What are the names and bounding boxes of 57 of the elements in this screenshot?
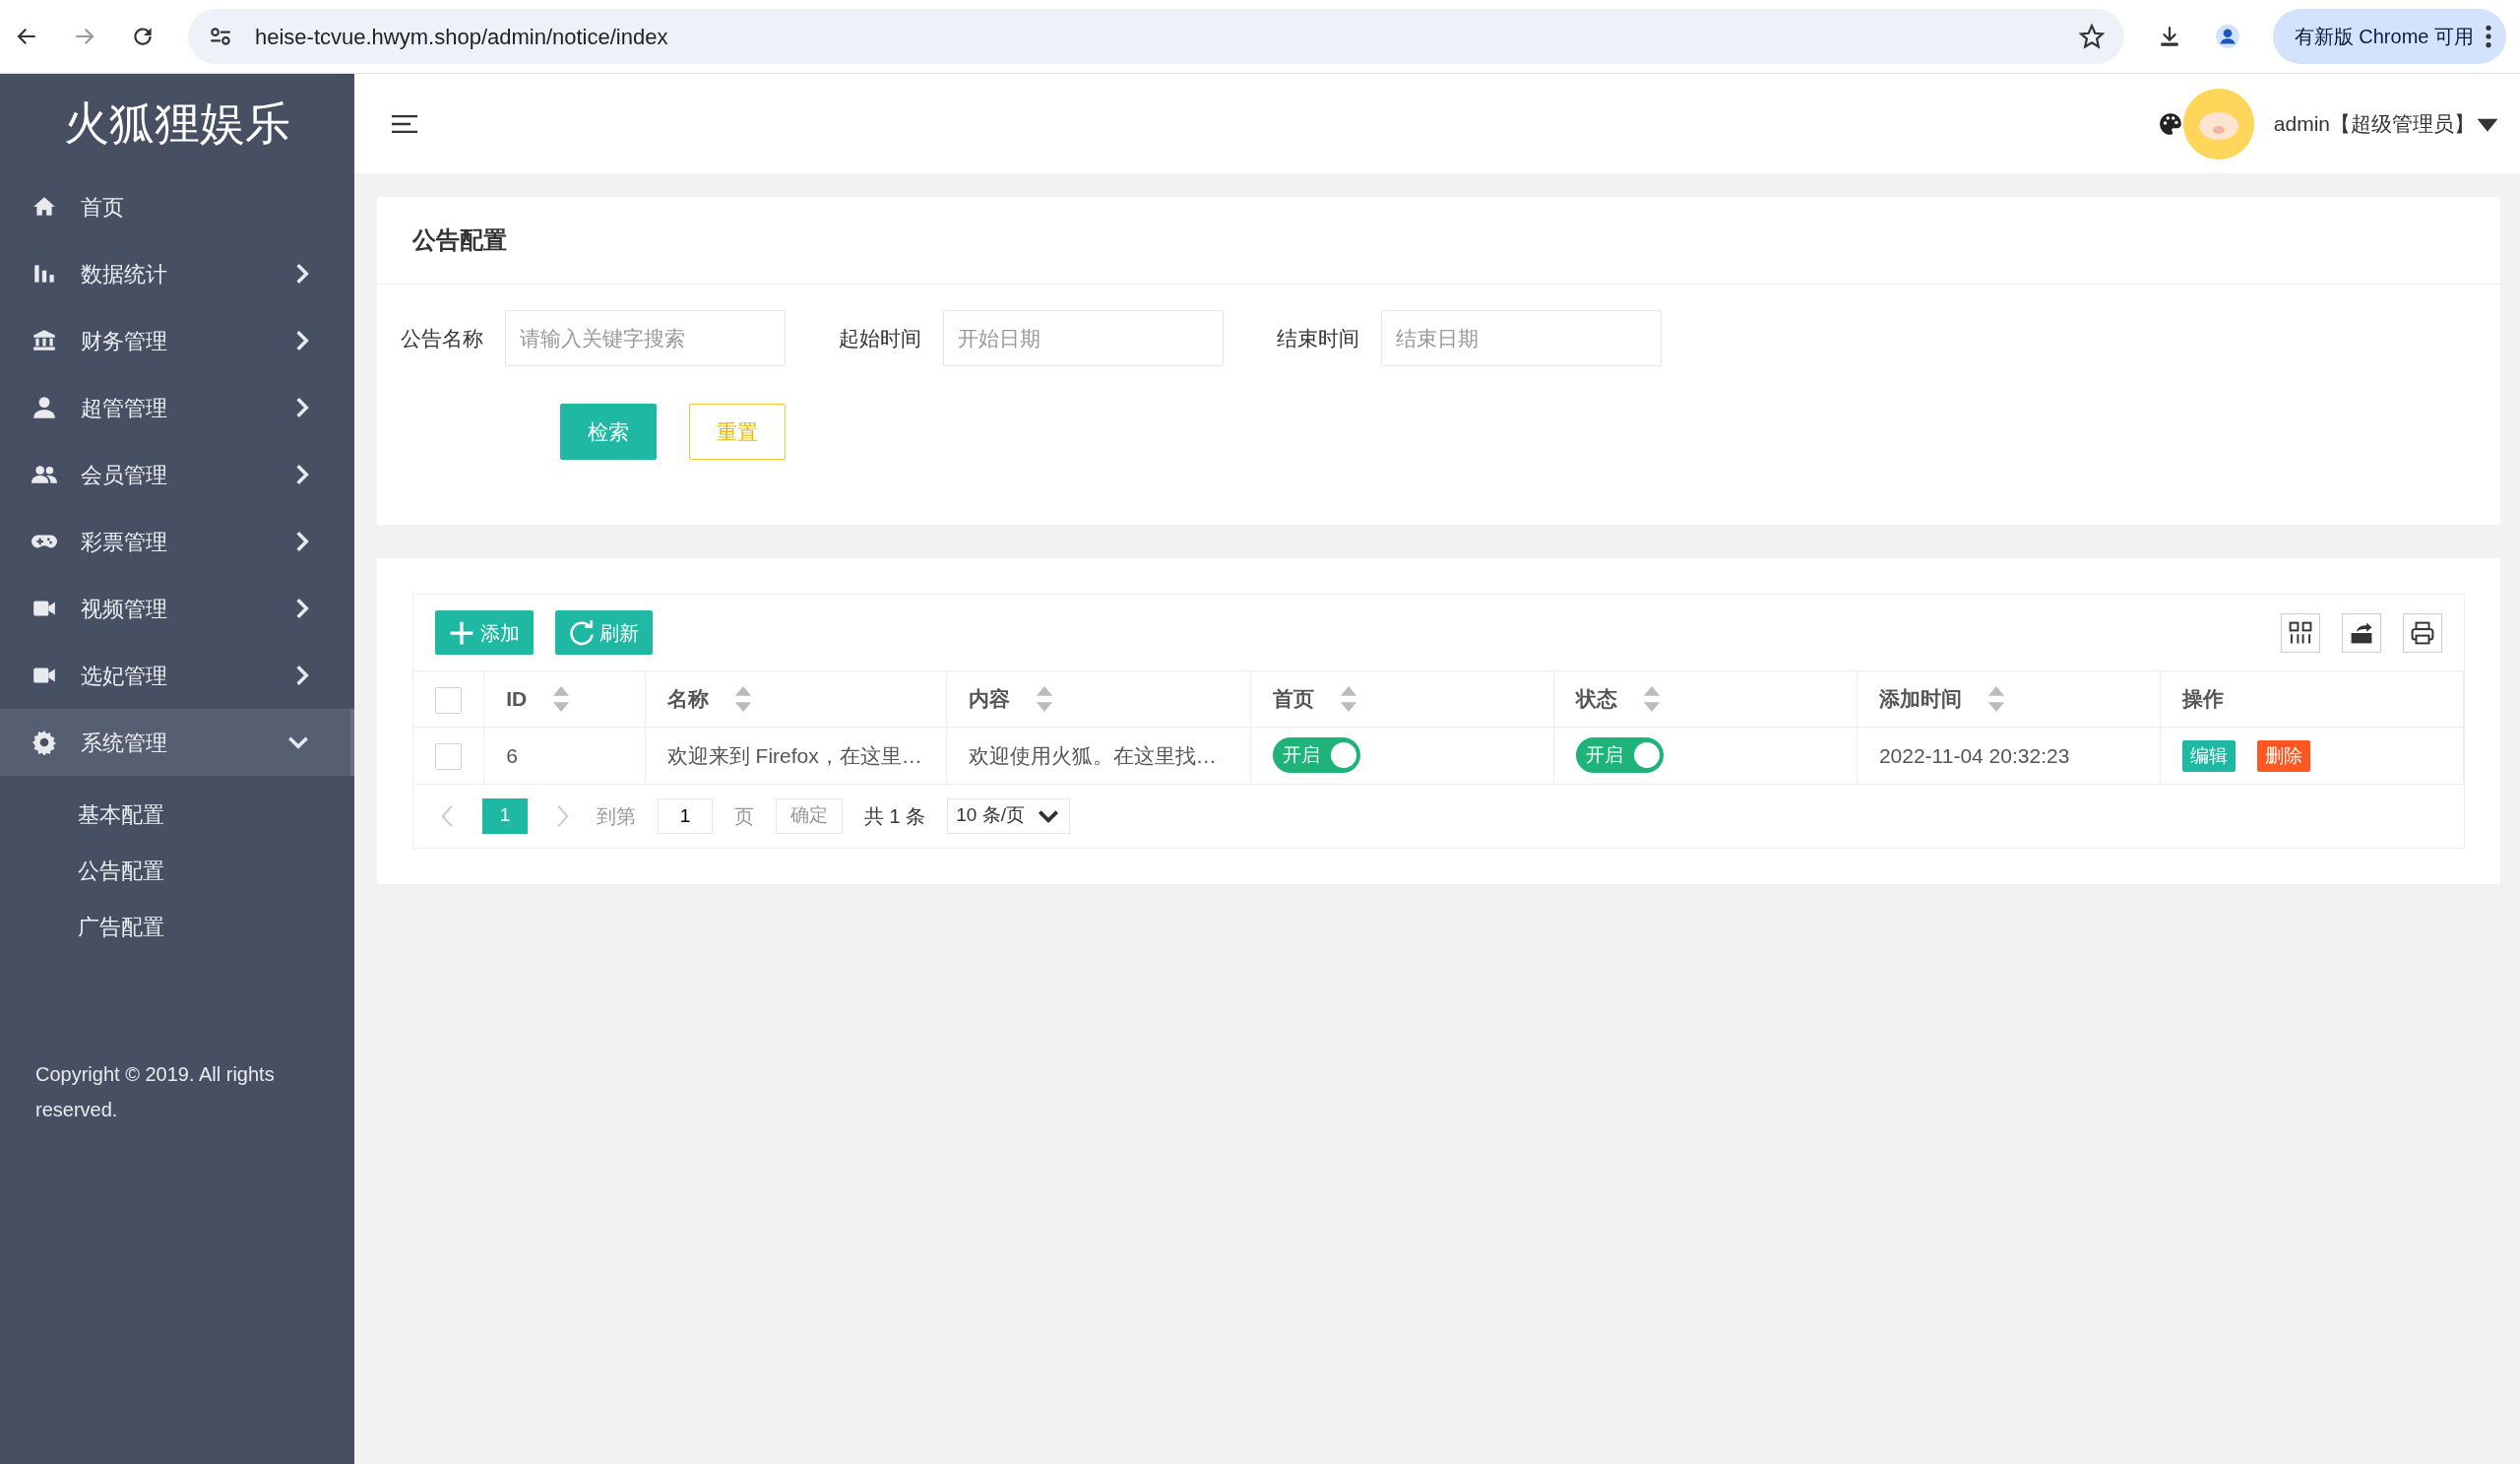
columns-icon	[2288, 619, 2313, 646]
input-field[interactable]: 开始日期	[943, 310, 1224, 366]
update-button[interactable]: 有新版 Chrome 可用	[2272, 9, 2506, 64]
submenu-item[interactable]: 基本配置	[78, 798, 164, 831]
plus-icon	[449, 619, 474, 646]
column-header[interactable]: 添加时间	[1878, 683, 1962, 715]
sidebar-item[interactable]: 首页	[0, 173, 354, 240]
logo-text: 火狐狸娱乐	[64, 96, 290, 151]
palette-icon[interactable]	[2157, 110, 2183, 137]
export-button[interactable]	[2342, 612, 2381, 653]
submenu-item[interactable]: 广告配置	[78, 911, 164, 943]
total-count: 共 1 条	[864, 803, 926, 829]
profile-icon[interactable]	[2214, 24, 2240, 49]
bank-icon	[32, 328, 57, 353]
address-bar[interactable]: heise-tcvue.hwym.shop/admin/notice/index	[188, 9, 2124, 64]
table-cell: 2022-11-04 20:32:23	[1878, 743, 2070, 767]
sidebar-item[interactable]: 选妃管理	[0, 642, 354, 709]
kebab-icon	[2485, 24, 2492, 49]
column-header[interactable]: 首页	[1272, 683, 1314, 715]
print-icon	[2410, 619, 2435, 646]
page-label: 页	[734, 803, 754, 829]
sidebar-item[interactable]: 视频管理	[0, 575, 354, 642]
row-checkbox[interactable]	[435, 743, 463, 771]
column-header[interactable]: 名称	[666, 683, 709, 715]
gear-icon	[32, 730, 57, 755]
star-icon[interactable]	[2078, 24, 2105, 49]
field-label: 公告名称	[400, 325, 484, 351]
input-field[interactable]: 结束日期	[1381, 310, 1662, 366]
url-text: heise-tcvue.hwym.shop/admin/notice/index	[255, 23, 669, 51]
table-cell: 欢迎使用火狐。在这里找…	[968, 743, 1217, 767]
page-size-select[interactable]: 10 条/页	[947, 797, 1070, 834]
user-name[interactable]: admin【超级管理员】	[2273, 107, 2475, 140]
table-cell: 6	[506, 743, 518, 767]
column-header[interactable]: ID	[506, 683, 528, 715]
sidebar-item[interactable]: 超管管理	[0, 374, 354, 441]
page-input[interactable]: 1	[658, 797, 713, 834]
panel-title: 公告配置	[412, 226, 507, 253]
refresh-icon	[568, 619, 595, 646]
field-label: 起始时间	[838, 325, 922, 351]
sidebar-item[interactable]: 会员管理	[0, 441, 354, 508]
column-header[interactable]: 内容	[968, 683, 1010, 715]
sidebar-item[interactable]: 系统管理	[0, 709, 354, 776]
sidebar-item[interactable]: 财务管理	[0, 307, 354, 374]
table-cell: 欢迎来到 Firefox，在这里…	[666, 743, 922, 767]
sidebar-item[interactable]: 数据统计	[0, 240, 354, 307]
column-header[interactable]: 状态	[1575, 683, 1617, 715]
columns-button[interactable]	[2281, 612, 2320, 653]
goto-label: 到第	[597, 803, 636, 829]
input-field[interactable]: 请输入关键字搜索	[505, 310, 786, 366]
submenu-item[interactable]: 公告配置	[78, 855, 164, 887]
copyright-text: Copyright © 2019. All rights reserved.	[34, 1062, 276, 1122]
select-all-checkbox[interactable]	[435, 687, 463, 715]
column-header: 操作	[2181, 686, 2224, 713]
field-label: 结束时间	[1276, 325, 1360, 351]
sidebar-item[interactable]: 彩票管理	[0, 508, 354, 575]
print-button[interactable]	[2403, 612, 2442, 653]
person-icon	[32, 395, 57, 420]
